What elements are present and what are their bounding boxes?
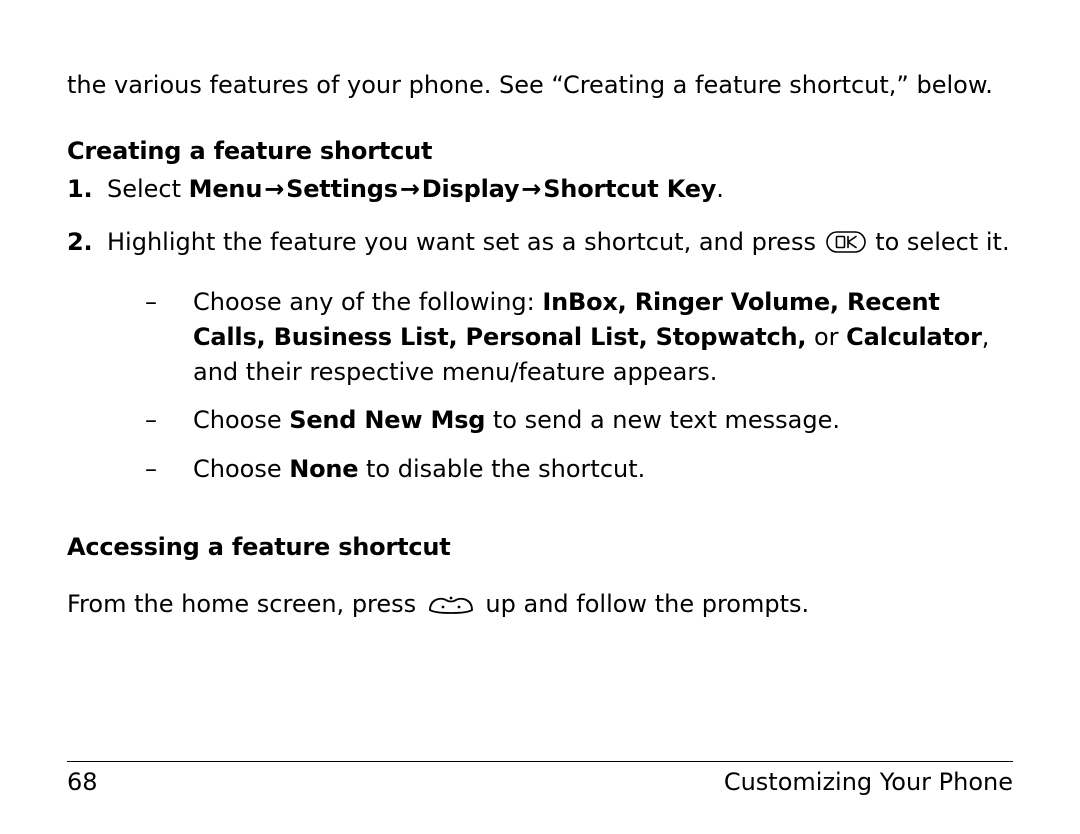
bullet-2: – Choose Send New Msg to send a new text… bbox=[145, 403, 1013, 438]
step-2-pre: Highlight the feature you want set as a … bbox=[107, 228, 824, 256]
bullet-2-bold: Send New Msg bbox=[289, 406, 485, 434]
arrow-icon: → bbox=[262, 172, 286, 207]
bullet-1-pre: Choose any of the following: bbox=[193, 288, 542, 316]
bullet-2-body: Choose Send New Msg to send a new text m… bbox=[193, 403, 1013, 438]
manual-page: the various features of your phone. See … bbox=[0, 0, 1080, 834]
step-1-number: 1. bbox=[67, 172, 107, 207]
bullet-3: – Choose None to disable the shortcut. bbox=[145, 452, 1013, 487]
heading-creating-shortcut: Creating a feature shortcut bbox=[67, 135, 1013, 169]
section-title: Customizing Your Phone bbox=[724, 768, 1013, 796]
menu-path-0: Menu bbox=[189, 175, 263, 203]
bullet-dash: – bbox=[145, 285, 193, 389]
bullet-2-post: to send a new text message. bbox=[485, 406, 840, 434]
step-2: 2. Highlight the feature you want set as… bbox=[67, 225, 1013, 501]
page-number: 68 bbox=[67, 768, 98, 796]
heading-accessing-shortcut: Accessing a feature shortcut bbox=[67, 531, 1013, 565]
bullet-3-post: to disable the shortcut. bbox=[358, 455, 645, 483]
ok-key-icon bbox=[826, 228, 866, 263]
step-2-bullets: – Choose any of the following: InBox, Ri… bbox=[107, 285, 1013, 487]
bullet-3-body: Choose None to disable the shortcut. bbox=[193, 452, 1013, 487]
step-1-body: Select Menu→Settings→Display→Shortcut Ke… bbox=[107, 172, 1013, 207]
step-2-body: Highlight the feature you want set as a … bbox=[107, 225, 1013, 501]
step-1-lead: Select bbox=[107, 175, 189, 203]
bullet-3-pre: Choose bbox=[193, 455, 289, 483]
footer-rule bbox=[67, 761, 1013, 762]
bullet-dash: – bbox=[145, 403, 193, 438]
bullet-dash: – bbox=[145, 452, 193, 487]
access-post: up and follow the prompts. bbox=[478, 590, 809, 618]
access-pre: From the home screen, press bbox=[67, 590, 424, 618]
bullet-3-bold: None bbox=[289, 455, 358, 483]
step-2-number: 2. bbox=[67, 225, 107, 501]
bullet-1-bold2: Calculator bbox=[846, 323, 982, 351]
access-paragraph: From the home screen, press up and follo… bbox=[67, 587, 1013, 626]
jog-key-icon bbox=[426, 590, 476, 626]
bullet-1: – Choose any of the following: InBox, Ri… bbox=[145, 285, 1013, 389]
arrow-icon: → bbox=[519, 172, 543, 207]
menu-path-2: Display bbox=[422, 175, 520, 203]
menu-path-1: Settings bbox=[286, 175, 398, 203]
step-1: 1. Select Menu→Settings→Display→Shortcut… bbox=[67, 172, 1013, 207]
bullet-1-mid: or bbox=[806, 323, 846, 351]
page-footer: 68 Customizing Your Phone bbox=[67, 761, 1013, 796]
menu-path-3: Shortcut Key bbox=[543, 175, 716, 203]
arrow-icon: → bbox=[398, 172, 422, 207]
bullet-1-body: Choose any of the following: InBox, Ring… bbox=[193, 285, 1013, 389]
intro-paragraph: the various features of your phone. See … bbox=[67, 68, 1013, 103]
step-1-tail: . bbox=[716, 175, 724, 203]
step-2-post: to select it. bbox=[868, 228, 1010, 256]
bullet-2-pre: Choose bbox=[193, 406, 289, 434]
